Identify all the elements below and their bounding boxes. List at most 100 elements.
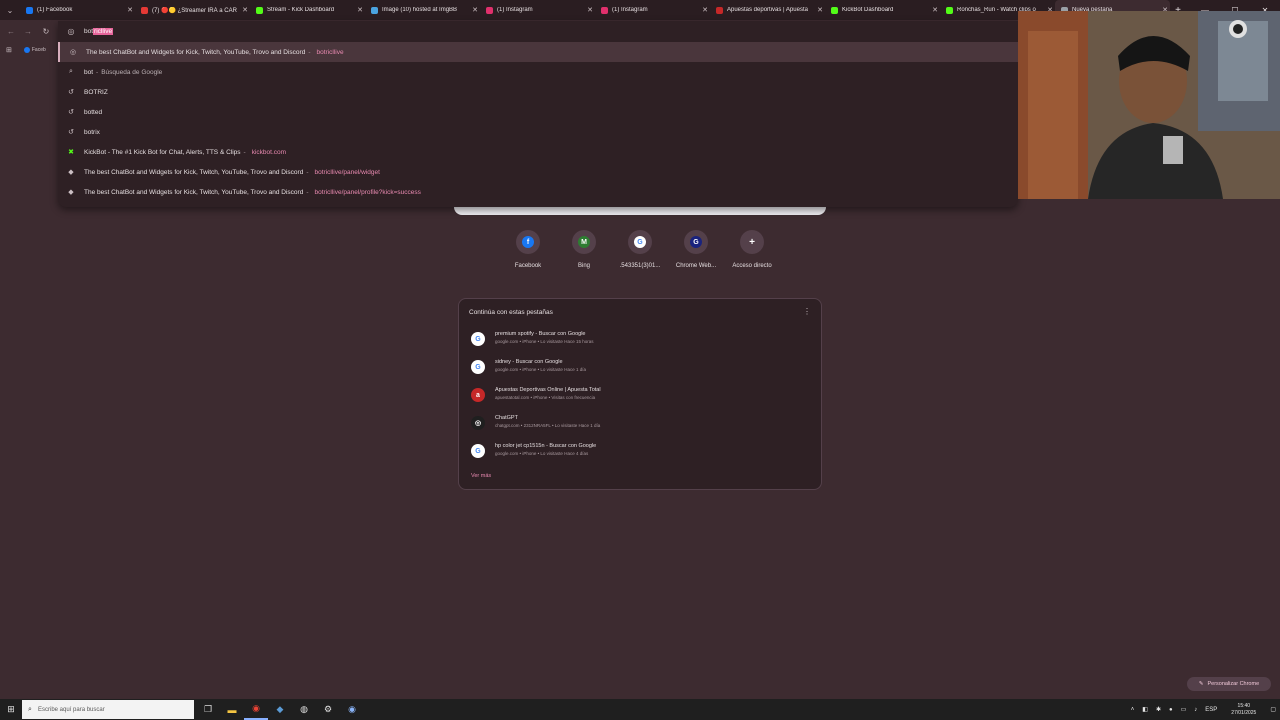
shortcuts-grid: f Facebook M Bing G .543351(3)01... G Ch… [500,230,780,278]
see-more-link[interactable]: Ver más [471,473,491,479]
suggestion-url: botricllive [316,48,344,56]
omnibox-suggestion[interactable]: ⌕ bot - Búsqueda de Google [58,62,1018,82]
tab-close-icon[interactable]: ✕ [355,6,365,14]
omnibox-suggestion[interactable]: ◆ The best ChatBot and Widgets for Kick, … [58,162,1018,182]
continue-tab-title: premium spotify - Buscar con Google [495,331,586,337]
apps-grid-icon[interactable]: ⊞ [6,46,12,54]
tray-app-icon[interactable]: ◧ [1142,706,1148,713]
browser-tab[interactable]: Apuestas deportivas | Apuesta ✕ [710,0,825,20]
chrome-icon[interactable]: ◉ [244,699,268,720]
suggestion-url: botricllive/panel/profile?kick=success [314,188,421,196]
suggestion-text: botrix [84,128,100,136]
chrome-profile-icon[interactable]: ◉ [340,699,364,720]
omnibox-dropdown: ◎ bot ricllive ◎ The best ChatBot and Widg… [58,21,1018,207]
address-bar[interactable]: ◎ bot ricllive [58,21,1018,42]
customize-chrome-button[interactable]: ✎ Personalizar Chrome [1187,677,1271,691]
omnibox-suggestion[interactable]: ✖ KickBot - The #1 Kick Bot for Chat, Ale… [58,142,1018,162]
network-icon[interactable]: ▭ [1181,706,1187,713]
site-icon: ◆ [68,169,74,176]
continue-tab-subtitle: chatgpt.com • 2312NRA5FL • Lo visitaste … [495,423,601,428]
tab-title: (1) Facebook [37,7,73,13]
browser-tab[interactable]: (1) Instagram ✕ [595,0,710,20]
forward-icon[interactable]: → [21,24,35,38]
tab-close-icon[interactable]: ✕ [240,6,250,14]
chrome-web-store-icon: G [690,236,702,248]
microphone-icon[interactable]: ● [1169,707,1173,713]
bluetooth-icon[interactable]: ✱ [1156,706,1161,713]
browser-tab[interactable]: (7) 🔴🟡 ¿Streamer IRÁ a CAR ✕ [135,0,250,20]
continue-tab-title: sidney - Buscar con Google [495,359,563,365]
omnibox-suggestion[interactable]: ↺ botrix [58,122,1018,142]
site-favicon-icon: G [471,444,485,458]
file-explorer-icon[interactable]: ▬ [220,699,244,720]
typed-text: bot [84,28,94,35]
obs-icon[interactable]: ◍ [292,699,316,720]
shortcut-chrome-web-store[interactable]: G Chrome Web... [668,230,724,269]
tab-close-icon[interactable]: ✕ [930,6,940,14]
tab-title: Stream - Kick Dashboard [267,7,335,13]
more-vert-icon[interactable]: ⋮ [803,307,811,316]
volume-icon[interactable]: ♪ [1194,707,1197,713]
suggestion-text: The best ChatBot and Widgets for Kick, T… [86,48,306,56]
tab-title: (1) Instagram [497,7,533,13]
task-view-icon[interactable]: ❐ [196,699,220,720]
settings-gear-icon[interactable]: ⚙ [316,699,340,720]
tab-close-icon[interactable]: ✕ [125,6,135,14]
tab-title: Apuestas deportivas | Apuesta [727,7,808,13]
continue-tab-item[interactable]: Gpremium spotify - Buscar con Google goog… [469,329,809,353]
history-icon: ↺ [68,129,74,136]
browser-tab[interactable]: Stream - Kick Dashboard ✕ [250,0,365,20]
bookmark-facebook[interactable]: Faceb [32,47,46,53]
omnibox-suggestion[interactable]: ↺ BOTRIZ [58,82,1018,102]
continue-tab-item[interactable]: Gsidney - Buscar con Google google.com • … [469,357,809,381]
reload-icon[interactable]: ↻ [39,24,53,38]
omnibox-suggestion[interactable]: ◆ The best ChatBot and Widgets for Kick, … [58,182,1018,202]
tab-close-icon[interactable]: ✕ [700,6,710,14]
history-icon: ↺ [68,89,74,96]
tab-favicon-icon [141,6,148,14]
webcam-feed-image [1018,11,1280,199]
browser-tab[interactable]: (1) Facebook ✕ [20,0,135,20]
tab-favicon-icon [831,6,838,14]
browser-tab[interactable]: Image (10) hosted at ImgBB ✕ [365,0,480,20]
suggestion-url: kickbot.com [251,148,287,156]
tab-close-icon[interactable]: ✕ [470,6,480,14]
browser-tab[interactable]: (1) Instagram ✕ [480,0,595,20]
continue-tab-item[interactable]: a Apuestas Deportivas Online | Apuesta To… [469,385,809,409]
separator: - [306,168,309,176]
tab-close-icon[interactable]: ✕ [815,6,825,14]
continue-tab-item[interactable]: Ghp color jet cp1515n - Buscar con Googl… [469,441,809,465]
separator: - [308,48,311,56]
browser-tab[interactable]: KickBot Dashboard ✕ [825,0,940,20]
shortcut-google[interactable]: G .543351(3)01... [612,230,668,269]
tab-favicon-icon [256,6,263,14]
tab-favicon-icon [486,6,493,14]
taskbar-search[interactable]: ⌕ Escribe aquí para buscar [22,700,194,719]
card-title: Continúa con estas pestañas [469,309,553,316]
notepad-icon[interactable]: ◆ [268,699,292,720]
tab-search-chevron-icon[interactable]: ⌄ [0,0,20,20]
omnibox-suggestion[interactable]: ↺ botted [58,102,1018,122]
shortcut-bing[interactable]: M Bing [556,230,612,269]
language-indicator[interactable]: ESP [1205,707,1217,713]
tab-favicon-icon [946,6,953,14]
bing-icon: M [578,236,590,248]
tray-chevron-up-icon[interactable]: ˄ [1131,707,1135,713]
suggestion-text: The best ChatBot and Widgets for Kick, T… [84,188,304,196]
shortcut-add[interactable]: + Acceso directo [724,230,780,269]
continue-tab-title: hp color jet cp1515n - Buscar con Google [495,443,597,449]
webcam-overlay [1018,11,1280,199]
notifications-icon[interactable]: ▢ [1270,706,1276,713]
windows-start-icon[interactable]: ⊞ [0,704,22,715]
suggestion-text: botted [84,108,103,116]
omnibox-suggestion[interactable]: ◎ The best ChatBot and Widgets for Kick, … [58,42,1018,62]
site-favicon-icon: ◎ [471,416,485,430]
back-icon[interactable]: ← [4,24,18,38]
tab-close-icon[interactable]: ✕ [585,6,595,14]
continue-tab-item[interactable]: ◎ ChatGPT chatgpt.com • 2312NRA5FL • Lo vi… [469,413,809,437]
facebook-icon: f [522,236,534,248]
bookmarks-bar: ⊞ Faceb [0,42,60,58]
autocomplete-selection: ricllive [93,28,114,35]
shortcut-facebook[interactable]: f Facebook [500,230,556,269]
clock[interactable]: 15:40 27/01/2025 [1227,703,1260,717]
